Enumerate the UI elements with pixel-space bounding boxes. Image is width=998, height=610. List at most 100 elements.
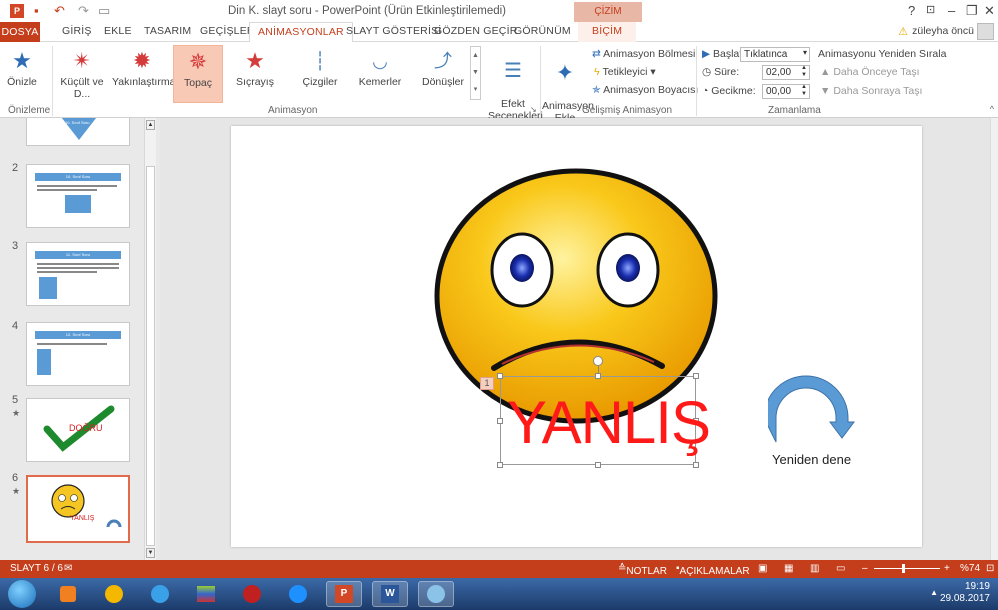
tab-view[interactable]: GÖRÜNÜM [514, 25, 571, 37]
canvas-scrollbar[interactable] [990, 118, 998, 560]
resize-handle[interactable] [595, 462, 601, 468]
clock[interactable]: 19:19 29.08.2017 [940, 581, 990, 605]
notes-button[interactable]: ≙ NOTLAR [618, 563, 667, 577]
animation-order-tag[interactable]: 1 [480, 377, 494, 390]
slide-thumbnail-5[interactable]: DOĞRU [26, 398, 130, 462]
normal-view-icon[interactable]: ▣ [758, 563, 767, 574]
zoom-level[interactable]: %74 [960, 563, 980, 574]
animation-shrink-turn[interactable]: ✴ Küçült ve D... [55, 48, 109, 100]
word-taskbar-icon[interactable]: W [372, 581, 408, 607]
start-dropdown[interactable]: Tıklatınca ▾ [740, 47, 810, 62]
internet-explorer-icon[interactable] [142, 581, 178, 607]
zoom-slider-thumb[interactable] [902, 564, 905, 573]
preview-button[interactable]: ★ Önizle [2, 48, 42, 88]
resize-handle[interactable] [693, 462, 699, 468]
tab-animations[interactable]: ANİMASYONLAR [249, 22, 353, 43]
slide-number: 6 [12, 472, 19, 484]
thumb-text [37, 189, 97, 191]
slide-number: 3 [12, 240, 19, 252]
slide-thumbnail-4[interactable]: 12. Sınıf Soru [26, 322, 130, 386]
archive-icon[interactable] [188, 581, 224, 607]
zoom-slider[interactable] [874, 568, 940, 569]
minimize-button[interactable]: – [948, 3, 955, 18]
avatar[interactable] [977, 23, 994, 40]
tab-slideshow[interactable]: SLAYT GÖSTERİSİ [346, 25, 441, 37]
tab-file[interactable]: DOSYA [0, 22, 40, 42]
wrong-text[interactable]: YANLIŞ [507, 388, 711, 457]
resize-handle[interactable] [497, 462, 503, 468]
scroll-thumb[interactable] [146, 166, 155, 546]
gallery-down-icon[interactable]: ▼ [471, 64, 480, 81]
powerpoint-app-icon[interactable]: P [10, 4, 24, 18]
animation-pane-button[interactable]: ⇄ Animasyon Bölmesi [592, 48, 695, 60]
user-name[interactable]: züleyha öncü [912, 25, 974, 37]
tray-expand-icon[interactable]: ▲ [930, 588, 938, 597]
spinner-icon[interactable]: ▲ ▼ [801, 65, 807, 79]
zoom-out-icon[interactable]: – [862, 563, 868, 574]
tab-format[interactable]: BİÇİM [578, 22, 637, 42]
star-zoom-icon: ✹ [132, 48, 152, 73]
powerpoint-taskbar-icon[interactable]: P [326, 581, 362, 607]
collapse-ribbon-icon[interactable]: ^ [990, 104, 994, 114]
tab-home[interactable]: GİRİŞ [62, 25, 92, 37]
media-app-icon[interactable] [234, 581, 270, 607]
resize-handle[interactable] [693, 373, 699, 379]
browser-icon[interactable] [280, 581, 316, 607]
slide-sorter-icon[interactable]: ▦ [784, 563, 793, 574]
move-later-button[interactable]: ▼ Daha Sonraya Taşı [820, 85, 922, 97]
spellcheck-icon[interactable]: ✉ [64, 563, 72, 574]
retry-text[interactable]: Yeniden dene [772, 452, 851, 467]
fit-slide-icon[interactable]: ⊡ [986, 563, 994, 574]
paint-taskbar-icon[interactable] [418, 581, 454, 607]
tab-transitions[interactable]: GEÇİŞLER [200, 25, 255, 37]
animation-spin[interactable]: ✵ Topaç [173, 45, 223, 103]
rotate-handle-icon[interactable] [593, 356, 603, 366]
thumb-options [37, 349, 51, 375]
scroll-up-icon[interactable]: ▲ [146, 120, 155, 130]
animation-lines[interactable]: ┆ Çizgiler [295, 48, 345, 88]
warning-icon: ⚠ [898, 26, 908, 38]
resize-handle[interactable] [497, 373, 503, 379]
animation-bounce[interactable]: ★ Sıçrayış [232, 48, 278, 88]
close-button[interactable]: ✕ [984, 3, 995, 19]
gallery-more-icon[interactable]: ▾ [471, 81, 480, 98]
resize-handle[interactable] [497, 418, 503, 424]
gallery-scroll[interactable]: ▲ ▼ ▾ [470, 46, 481, 100]
undo-icon[interactable]: ↶ [54, 3, 65, 19]
trigger-button[interactable]: ϟ Tetikleyici ▾ [594, 66, 656, 78]
tab-design[interactable]: TASARIM [144, 25, 191, 37]
trigger-label: Tetikleyici [602, 66, 648, 78]
redo-icon[interactable]: ↷ [78, 3, 89, 19]
comments-button[interactable]: ▪ AÇIKLAMALAR [676, 563, 750, 577]
duration-input[interactable]: 02,00 ▲ ▼ [762, 65, 810, 80]
animation-arcs[interactable]: ◡ Kemerler [354, 48, 406, 88]
curved-arrow-icon[interactable] [768, 374, 858, 444]
scroll-down-icon[interactable]: ▼ [146, 548, 155, 558]
thumbnails-scrollbar[interactable]: ▲ ▼ [144, 118, 156, 560]
zoom-in-icon[interactable]: + [944, 563, 950, 574]
save-icon[interactable]: ▪ [34, 3, 39, 18]
reading-view-icon[interactable]: ▥ [810, 563, 819, 574]
slide-thumbnail-2[interactable]: 10. Sınıf Soru [26, 164, 130, 228]
animation-zoom[interactable]: ✹ Yakınlaştırma [112, 48, 175, 88]
slide-thumbnail-1[interactable]: 10. Sınıf Soru [26, 118, 130, 146]
spinner-icon[interactable]: ▲ ▼ [801, 84, 807, 98]
animation-turns[interactable]: ⤴ Dönüşler [418, 48, 468, 88]
media-player-icon[interactable] [50, 581, 86, 607]
from-beginning-icon[interactable]: ▭ [98, 3, 110, 19]
slideshow-view-icon[interactable]: ▭ [836, 563, 845, 574]
dialog-launcher-icon[interactable]: ↘ [530, 105, 537, 114]
delay-input[interactable]: 00,00 ▲ ▼ [762, 84, 810, 99]
start-button-icon[interactable] [8, 580, 36, 608]
help-button[interactable]: ? [908, 3, 915, 18]
ribbon-display-options-icon[interactable]: ⊡ [926, 3, 935, 16]
slide-thumbnail-6[interactable]: YANLIŞ [26, 475, 130, 543]
restore-button[interactable]: ❐ [966, 3, 978, 19]
gallery-up-icon[interactable]: ▲ [471, 47, 480, 64]
tab-insert[interactable]: EKLE [104, 25, 132, 37]
slide-thumbnail-3[interactable]: 11. Sınıf Soru [26, 242, 130, 306]
animation-painter-button[interactable]: ✯ Animasyon Boyacısı [592, 84, 698, 96]
app-icon[interactable] [96, 581, 132, 607]
move-earlier-button[interactable]: ▲ Daha Önceye Taşı [820, 66, 920, 78]
tab-review[interactable]: GÖZDEN GEÇİR [434, 25, 518, 37]
